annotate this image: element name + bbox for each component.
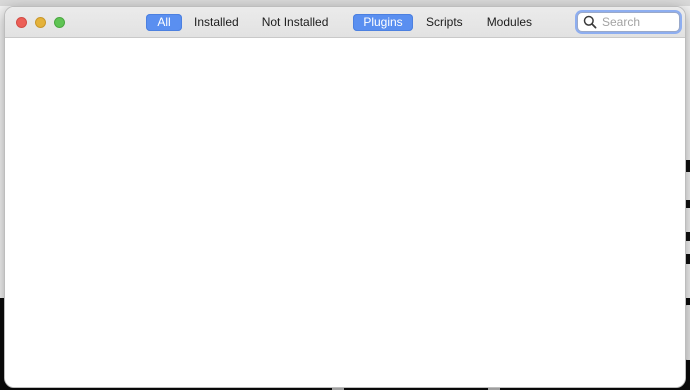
window-toolbar: All Installed Not Installed Plugins Scri… — [5, 7, 685, 38]
filter-plugins-button[interactable]: Plugins — [353, 14, 413, 31]
magnifying-glass-icon — [583, 15, 597, 29]
filter-scripts-button[interactable]: Scripts — [417, 14, 472, 31]
search-field[interactable] — [577, 12, 680, 32]
filter-installed-button[interactable]: Installed — [185, 14, 248, 31]
filter-not-installed-button[interactable]: Not Installed — [253, 14, 338, 31]
search-input[interactable] — [602, 15, 674, 29]
close-window-button[interactable] — [16, 17, 27, 28]
traffic-lights — [16, 17, 65, 28]
type-filter-group: Plugins Scripts Modules — [353, 14, 541, 31]
status-filter-group: All Installed Not Installed — [146, 14, 337, 31]
zoom-window-button[interactable] — [54, 17, 65, 28]
app-window: All Installed Not Installed Plugins Scri… — [4, 6, 686, 388]
minimize-window-button[interactable] — [35, 17, 46, 28]
filter-modules-button[interactable]: Modules — [478, 14, 541, 31]
filter-all-button[interactable]: All — [146, 14, 182, 31]
results-list[interactable] — [5, 38, 685, 387]
